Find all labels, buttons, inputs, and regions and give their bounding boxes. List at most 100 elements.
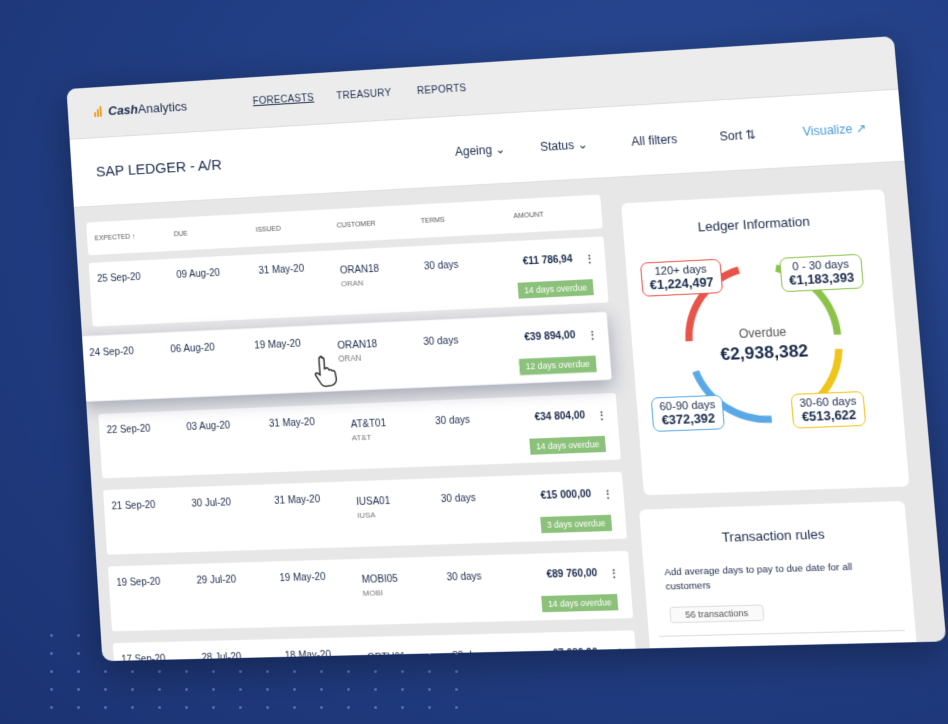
background-dot: [401, 706, 404, 709]
background-dot: [158, 688, 161, 691]
ledger-info-card: Ledger Information Overdue €2,938,382 12…: [621, 189, 909, 495]
cell-customer-sub: ORAN: [338, 354, 362, 364]
ledger-table: EXPECTED ↑ DUE ISSUED CUSTOMER TERMS AMO…: [86, 195, 640, 662]
cell-issued: 19 May-20: [254, 338, 301, 351]
more-options-icon[interactable]: ⋮: [596, 409, 608, 423]
ageing-filter[interactable]: Ageing ⌄: [455, 142, 506, 159]
background-dot: [401, 670, 404, 673]
cell-terms: 30 days: [435, 415, 470, 427]
bucket-0-30[interactable]: 0 - 30 days €1,183,393: [779, 254, 863, 292]
background-dot: [320, 688, 323, 691]
cell-customer: IUSA01: [356, 496, 391, 508]
table-row[interactable]: 22 Sep-20 03 Aug-20 31 May-20 AT&T01 AT&T 30 …: [98, 393, 621, 478]
cell-amount: €11 786,94: [523, 254, 573, 267]
chevron-down-icon: ⌄: [577, 137, 588, 151]
all-filters-button[interactable]: All filters: [631, 132, 678, 149]
more-options-icon[interactable]: ⋮: [586, 329, 598, 343]
background-dot: [50, 652, 53, 655]
background-dot: [50, 670, 53, 673]
background-dot: [212, 670, 215, 673]
rule-count[interactable]: 56 transactions: [669, 604, 764, 623]
background-dot: [266, 706, 269, 709]
more-options-icon[interactable]: ⋮: [602, 488, 614, 502]
col-expected[interactable]: EXPECTED ↑: [94, 233, 135, 242]
chevron-down-icon: ⌄: [495, 142, 506, 156]
status-label: Status: [540, 138, 575, 154]
table-row[interactable]: 21 Sep-20 30 Jul-20 31 May-20 IUSA01 IUSA 30 …: [103, 472, 627, 555]
background-dot: [347, 688, 350, 691]
rule-text: Add average days to pay to due date for …: [664, 559, 895, 594]
background-dot: [239, 706, 242, 709]
background-dot: [77, 670, 80, 673]
overdue-badge: 14 days overdue: [529, 436, 606, 455]
sort-button[interactable]: Sort ⇅: [719, 127, 756, 143]
sort-label: Sort: [719, 128, 743, 143]
background-dot: [131, 670, 134, 673]
background-dot: [104, 688, 107, 691]
visualize-button[interactable]: Visualize ↗: [802, 121, 867, 139]
cell-due: 03 Aug-20: [186, 421, 230, 434]
cell-terms: 30 days: [423, 335, 459, 348]
cell-terms: 30 days: [446, 571, 482, 583]
cell-due: 30 Jul-20: [191, 497, 231, 509]
bucket-30-60[interactable]: 30-60 days €513,622: [790, 391, 866, 429]
cell-customer: ORAN18: [337, 339, 378, 352]
cell-terms: 30 days: [441, 493, 477, 505]
col-issued: ISSUED: [256, 226, 281, 234]
sort-arrows-icon: ⇅: [745, 127, 756, 142]
background-dot: [293, 670, 296, 673]
brand-logo: Cash Analytics: [94, 99, 188, 119]
background-dot: [239, 670, 242, 673]
overdue-badge: 3 days overdue: [540, 515, 612, 533]
more-options-icon[interactable]: ⋮: [584, 253, 596, 267]
cell-amount: €34 804,00: [534, 410, 585, 423]
cell-expected: 25 Sep-20: [97, 272, 141, 285]
cell-issued: 19 May-20: [279, 572, 326, 584]
background-dot: [131, 706, 134, 709]
background-dot: [320, 670, 323, 673]
bucket-120-plus[interactable]: 120+ days €1,224,497: [640, 259, 723, 297]
bucket-60-90[interactable]: 60-90 days €372,392: [651, 395, 726, 432]
status-filter[interactable]: Status ⌄: [540, 137, 588, 154]
bucket-value: €1,183,393: [789, 270, 855, 287]
cell-expected: 22 Sep-20: [107, 424, 151, 436]
nav-treasury[interactable]: TREASURY: [336, 88, 392, 102]
cell-issued: 31 May-20: [269, 417, 315, 430]
background-dot: [293, 688, 296, 691]
line-chart-icon: ↗: [855, 121, 867, 136]
background-dot: [401, 688, 404, 691]
background-dot: [455, 706, 458, 709]
background-dot: [239, 688, 242, 691]
background-dot: [50, 706, 53, 709]
background-dot: [212, 688, 215, 691]
background-dot: [266, 688, 269, 691]
background-dot: [347, 670, 350, 673]
logo-bars-icon: [94, 106, 105, 117]
background-dot: [158, 706, 161, 709]
table-row[interactable]: 24 Sep-20 06 Aug-20 19 May-20 ORAN18 ORAN 30 …: [81, 312, 612, 402]
cell-expected: 21 Sep-20: [111, 500, 155, 512]
background-dot: [185, 706, 188, 709]
background-dot: [77, 706, 80, 709]
rule-divider: [659, 630, 905, 637]
more-options-icon[interactable]: ⋮: [608, 567, 620, 581]
cell-due: 29 Jul-20: [196, 575, 236, 587]
table-row[interactable]: 19 Sep-20 29 Jul-20 19 May-20 MOBI05 MOBI 30 …: [108, 551, 633, 632]
cell-due: 06 Aug-20: [170, 342, 215, 355]
bucket-value: €1,224,497: [649, 275, 714, 292]
background-dot: [77, 688, 80, 691]
background-dot: [77, 652, 80, 655]
cell-expected: 24 Sep-20: [89, 346, 134, 359]
background-dot: [428, 706, 431, 709]
bucket-value: €513,622: [800, 408, 858, 425]
cell-amount: €89 760,00: [546, 568, 597, 581]
brand-name-rest: Analytics: [137, 99, 187, 116]
nav-forecasts[interactable]: FORECASTS: [252, 93, 314, 107]
background-dot: [320, 706, 323, 709]
background-dot: [50, 688, 53, 691]
nav-reports[interactable]: REPORTS: [417, 83, 467, 97]
background-dot: [374, 706, 377, 709]
cell-customer: MOBI05: [361, 574, 398, 586]
cell-customer-sub: IUSA: [357, 510, 376, 520]
col-customer: CUSTOMER: [337, 221, 376, 230]
